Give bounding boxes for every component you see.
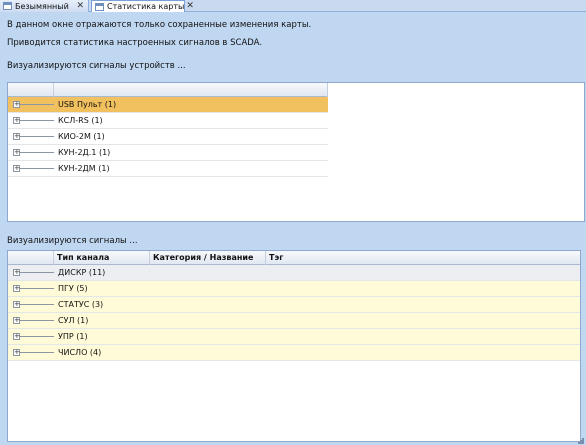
expand-icon[interactable]: + <box>13 101 20 108</box>
device-label: КИО-2М (1) <box>58 132 105 141</box>
devices-caption: Визуализируются сигналы устройств ... <box>7 61 186 71</box>
channel-type-label: ЧИСЛО (4) <box>58 348 102 357</box>
channel-type-label: ДИСКР (11) <box>58 268 106 277</box>
expand-icon[interactable]: + <box>13 149 20 156</box>
signals-grid-row[interactable]: + ЧИСЛО (4) <box>8 345 580 361</box>
channel-type-label: СУЛ (1) <box>58 316 89 325</box>
signals-caption: Визуализируются сигналы ... <box>7 236 138 246</box>
expand-icon[interactable]: + <box>13 269 20 276</box>
devices-grid-row[interactable]: + КИО-2М (1) <box>8 129 328 145</box>
expand-icon[interactable]: + <box>13 301 20 308</box>
document-tab-bar: Безымянный ✕ Статистика карты ✕ <box>0 0 586 12</box>
devices-grid: + USB Пульт (1) + КСЛ-RS (1) + КИО-2М (1… <box>7 82 585 222</box>
tab-map-statistics-close-icon[interactable]: ✕ <box>184 2 194 11</box>
channel-type-label: ПГУ (5) <box>58 284 88 293</box>
expand-icon[interactable]: + <box>13 317 20 324</box>
column-header-category-name[interactable]: Категория / Название <box>150 251 266 265</box>
tab-map-statistics-label: Статистика карты <box>107 2 185 11</box>
column-header-tag[interactable]: Тэг <box>266 251 580 265</box>
tab-untitled-close-icon[interactable]: ✕ <box>74 1 84 11</box>
devices-grid-row[interactable]: + КУН-2Д.1 (1) <box>8 145 328 161</box>
device-label: КУН-2Д.1 (1) <box>58 148 111 157</box>
statistics-window: В данном окне отражаются только сохранен… <box>0 12 586 445</box>
devices-grid-header <box>8 83 328 97</box>
expand-icon[interactable]: + <box>13 117 20 124</box>
document-icon <box>95 2 104 11</box>
signals-grid-row[interactable]: + СУЛ (1) <box>8 313 580 329</box>
expand-icon[interactable]: + <box>13 165 20 172</box>
devices-grid-name-header[interactable] <box>54 83 328 97</box>
tab-untitled-label: Безымянный <box>15 1 69 11</box>
expand-icon[interactable]: + <box>13 349 20 356</box>
signals-grid: Тип канала Категория / Название Тэг + ДИ… <box>7 250 581 442</box>
info-text-line-2: Приводится статистика настроенных сигнал… <box>7 38 263 48</box>
signals-grid-gutter-header <box>8 251 54 265</box>
channel-type-label: УПР (1) <box>58 332 88 341</box>
tab-untitled[interactable]: Безымянный ✕ <box>0 0 89 12</box>
expand-icon[interactable]: + <box>13 333 20 340</box>
tab-map-statistics[interactable]: Статистика карты ✕ <box>91 0 194 12</box>
device-label: КУН-2ДМ (1) <box>58 164 110 173</box>
devices-grid-gutter-header <box>8 83 54 97</box>
signals-grid-row[interactable]: + ПГУ (5) <box>8 281 580 297</box>
devices-grid-row[interactable]: + USB Пульт (1) <box>8 97 328 113</box>
signals-grid-header: Тип канала Категория / Название Тэг <box>8 251 580 265</box>
devices-grid-row[interactable]: + КУН-2ДМ (1) <box>8 161 328 177</box>
info-text-line-1: В данном окне отражаются только сохранен… <box>7 20 312 30</box>
expand-icon[interactable]: + <box>13 133 20 140</box>
signals-grid-row[interactable]: + СТАТУС (3) <box>8 297 580 313</box>
expand-icon[interactable]: + <box>13 285 20 292</box>
devices-grid-row[interactable]: + КСЛ-RS (1) <box>8 113 328 129</box>
signals-grid-row[interactable]: + ДИСКР (11) <box>8 265 580 281</box>
resize-grip-icon[interactable] <box>577 437 585 445</box>
device-label: КСЛ-RS (1) <box>58 116 103 125</box>
device-label: USB Пульт (1) <box>58 100 117 109</box>
column-header-channel-type[interactable]: Тип канала <box>54 251 150 265</box>
document-icon <box>3 2 12 10</box>
channel-type-label: СТАТУС (3) <box>58 300 104 309</box>
signals-grid-row[interactable]: + УПР (1) <box>8 329 580 345</box>
